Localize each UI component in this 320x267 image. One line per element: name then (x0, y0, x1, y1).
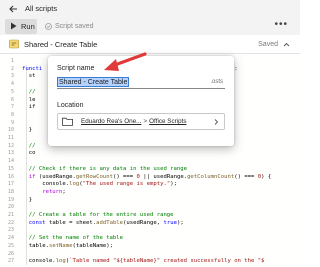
location-picker[interactable]: Eduardo Rea's One... > Office Scripts (57, 113, 225, 130)
code-line: // (22, 142, 36, 149)
line-number: 9 (10, 119, 14, 126)
toolbar: Run Script saved ••• (0, 17, 300, 35)
code-line: le (22, 96, 36, 103)
code-line: // Check if there is any data in the use… (22, 165, 188, 172)
code-line: // (22, 88, 36, 95)
code-line: // Create a table for the entire used ra… (22, 212, 174, 218)
location-separator: > (143, 118, 148, 125)
code-line: if (22, 104, 36, 111)
line-number: 1 (10, 58, 14, 64)
all-scripts-link[interactable]: All scripts (25, 4, 57, 13)
line-number: 11 (7, 135, 14, 141)
line-number: 18 (7, 188, 14, 195)
arrow-left-icon[interactable] (7, 3, 19, 15)
code-line: co (22, 150, 36, 157)
save-status: Script saved (45, 23, 94, 30)
line-number: 7 (10, 104, 14, 111)
line-number: 26 (7, 250, 14, 257)
line-number: 24 (7, 235, 14, 242)
line-number: 19 (7, 196, 14, 203)
code-line: console.log("The used range is empty."); (22, 181, 177, 188)
line-number: 12 (7, 142, 14, 149)
run-label: Run (21, 21, 35, 31)
code-line: // Set the name of the table (22, 235, 124, 242)
script-name-button[interactable]: Shared - Create Table (24, 40, 97, 49)
location-folder-link[interactable]: Eduardo Rea's One... (81, 118, 141, 125)
line-number: 25 (7, 242, 14, 249)
line-number: 15 (7, 165, 14, 172)
code-line: st (22, 73, 36, 80)
line-number: 3 (10, 73, 14, 80)
code-line: } (22, 196, 33, 203)
annotation-arrow (104, 52, 147, 71)
file-extension: .osts (210, 79, 223, 85)
code-line: } (22, 127, 33, 134)
code-line: table.setName(tableName); (22, 242, 113, 249)
code-line: console.log(`Table named "${tableName}" … (22, 258, 265, 265)
line-number: 2 (10, 65, 14, 72)
line-number: 14 (7, 158, 14, 165)
location-subfolder-link[interactable]: Office Scripts (149, 118, 186, 125)
code-line: const table = sheet.addTable(usedRange, … (22, 219, 184, 226)
location-label: Location (57, 102, 84, 109)
line-number: 8 (10, 111, 14, 118)
chevron-up-icon[interactable] (283, 41, 290, 48)
line-number: 6 (10, 96, 14, 103)
line-number: 5 (10, 88, 14, 95)
line-number: 22 (7, 219, 14, 226)
chevron-right-icon[interactable] (212, 118, 220, 126)
script-file-icon (9, 39, 19, 49)
line-number: 16 (7, 173, 14, 180)
play-icon (11, 22, 17, 30)
line-number: 4 (10, 81, 14, 88)
line-number: 23 (7, 227, 14, 234)
top-bar: All scripts (0, 0, 300, 17)
file-status: Saved (258, 40, 278, 48)
script-name-label: Script name (57, 65, 95, 72)
line-number: 10 (7, 127, 14, 134)
more-options-icon[interactable]: ••• (274, 20, 288, 30)
line-number: 27 (7, 258, 14, 265)
line-number: 21 (7, 212, 14, 218)
run-button[interactable]: Run (5, 18, 37, 34)
cloud-check-icon (45, 22, 52, 30)
line-number: 13 (7, 150, 14, 157)
code-line: if (usedRange.getRowCount() === 0 || use… (22, 173, 272, 180)
folder-icon (62, 117, 73, 126)
line-number: 17 (7, 181, 14, 188)
code-line: return; (22, 188, 66, 195)
line-number: 20 (7, 204, 14, 211)
save-status-text: Script saved (55, 22, 94, 30)
